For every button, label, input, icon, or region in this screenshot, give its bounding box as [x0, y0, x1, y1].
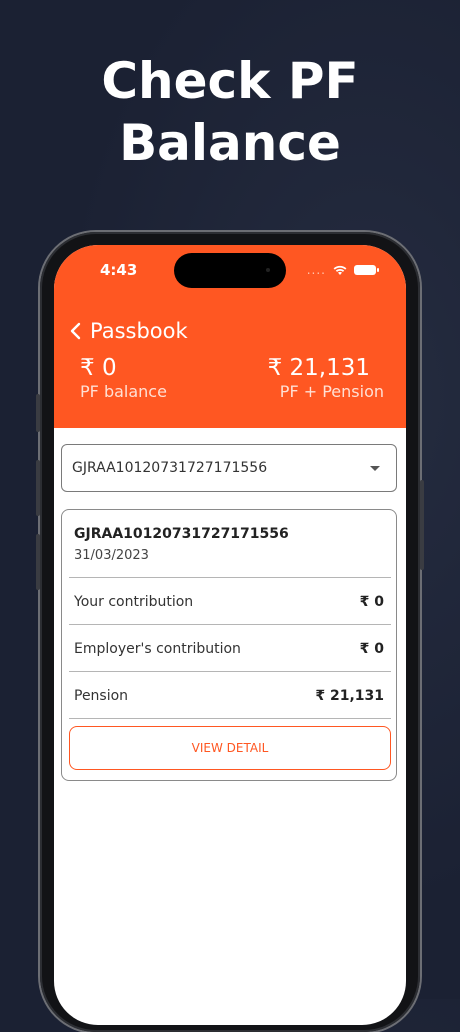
passbook-card: GJRAA10120731727171556 31/03/2023 Your c…: [61, 509, 397, 781]
divider: [69, 577, 391, 578]
phone-volume-down-button: [36, 534, 40, 590]
employer-contribution-value: ₹ 0: [359, 641, 384, 657]
card-date: 31/03/2023: [74, 548, 149, 563]
page-title: Passbook: [90, 319, 188, 343]
account-dropdown[interactable]: GJRAA10120731727171556: [61, 444, 397, 492]
pension-label: Pension: [74, 688, 129, 704]
wifi-icon: [333, 265, 347, 275]
divider: [69, 671, 391, 672]
your-contribution-label: Your contribution: [74, 594, 194, 610]
signal-icon: ....: [306, 263, 326, 277]
back-button[interactable]: Passbook: [68, 319, 188, 343]
pension-value: ₹ 21,131: [315, 688, 384, 704]
promo-headline: Check PF Balance: [0, 50, 460, 174]
divider: [69, 624, 391, 625]
dropdown-arrow-icon[interactable]: [370, 466, 380, 471]
pf-balance-label: PF balance: [80, 382, 167, 401]
phone-side-button: [36, 394, 40, 432]
pf-pension-amount: ₹ 21,131: [267, 355, 370, 381]
phone-volume-up-button: [36, 460, 40, 516]
headline-line-2: Balance: [119, 114, 341, 172]
status-time: 4:43: [100, 261, 138, 279]
phone-power-button: [420, 480, 424, 570]
pf-pension-label: PF + Pension: [279, 382, 384, 401]
back-arrow-icon[interactable]: [68, 321, 82, 341]
headline-line-1: Check PF: [101, 52, 359, 110]
passbook-header: 4:43 .... Passbook ₹ 0 PF balance ₹ 21,1…: [54, 245, 406, 428]
account-dropdown-value: GJRAA10120731727171556: [72, 460, 268, 476]
your-contribution-value: ₹ 0: [359, 594, 384, 610]
pf-balance-amount: ₹ 0: [80, 355, 117, 381]
view-detail-button[interactable]: VIEW DETAIL: [69, 726, 391, 770]
battery-icon: [354, 265, 379, 275]
status-icons: ....: [306, 263, 379, 277]
employer-contribution-label: Employer's contribution: [74, 641, 241, 657]
divider: [69, 718, 391, 719]
card-account-number: GJRAA10120731727171556: [74, 526, 289, 542]
app-screen: 4:43 .... Passbook ₹ 0 PF balance ₹ 21,1…: [54, 245, 406, 1025]
dynamic-island: [174, 253, 286, 288]
